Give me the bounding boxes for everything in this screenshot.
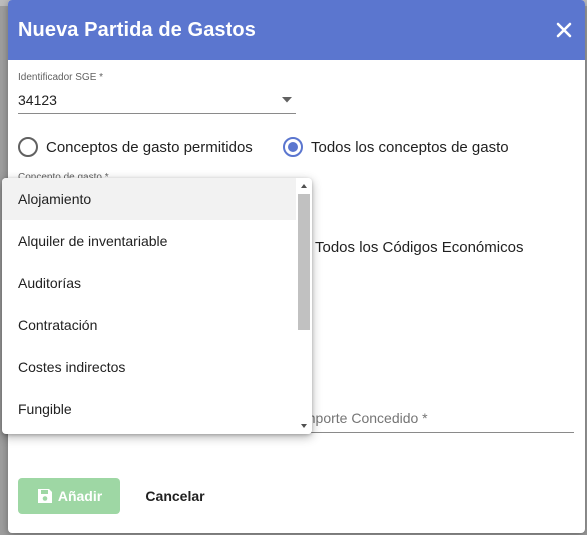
add-button-label: Añadir <box>57 488 103 504</box>
radio-todos-conceptos[interactable] <box>283 137 303 157</box>
dialog-title: Nueva Partida de Gastos <box>18 18 256 41</box>
scroll-up-arrow-icon[interactable] <box>300 182 308 190</box>
radio-todos-conceptos-label[interactable]: Todos los conceptos de gasto <box>311 139 509 156</box>
dropdown-option[interactable]: Auditorías <box>2 262 296 304</box>
dropdown-option[interactable]: Fungible <box>2 388 296 430</box>
dropdown-option[interactable]: Costes indirectos <box>2 346 296 388</box>
importe-concedido-input[interactable]: Importe Concedido * <box>300 410 428 426</box>
identificador-underline <box>18 113 296 114</box>
dropdown-option[interactable]: Contratación <box>2 304 296 346</box>
dropdown-scrollbar[interactable] <box>296 178 312 434</box>
dropdown-option[interactable]: Alquiler de inventariable <box>2 220 296 262</box>
identificador-label: Identificador SGE * <box>18 72 104 83</box>
cancel-button[interactable]: Cancelar <box>130 478 220 514</box>
caret-down-icon[interactable] <box>281 96 293 104</box>
radio-conceptos-permitidos-label[interactable]: Conceptos de gasto permitidos <box>46 139 253 156</box>
close-icon <box>556 22 572 38</box>
floppy-disk-icon <box>37 489 52 503</box>
scrollbar-thumb[interactable] <box>298 194 310 330</box>
radio-todos-codigos-label[interactable]: Todos los Códigos Económicos <box>315 239 523 256</box>
concepto-gasto-dropdown: Alojamiento Alquiler de inventariable Au… <box>2 178 312 434</box>
identificador-select[interactable]: 34123 <box>18 92 57 108</box>
dropdown-option[interactable]: Alojamiento <box>2 178 296 220</box>
dialog-header: Nueva Partida de Gastos <box>8 0 585 60</box>
close-button[interactable] <box>555 21 573 39</box>
radio-conceptos-permitidos[interactable] <box>18 137 38 157</box>
dropdown-list: Alojamiento Alquiler de inventariable Au… <box>2 178 296 430</box>
importe-concedido-underline <box>300 432 574 433</box>
add-button[interactable]: Añadir <box>18 478 120 514</box>
cancel-button-label: Cancelar <box>145 488 205 504</box>
scroll-down-arrow-icon[interactable] <box>300 422 308 430</box>
